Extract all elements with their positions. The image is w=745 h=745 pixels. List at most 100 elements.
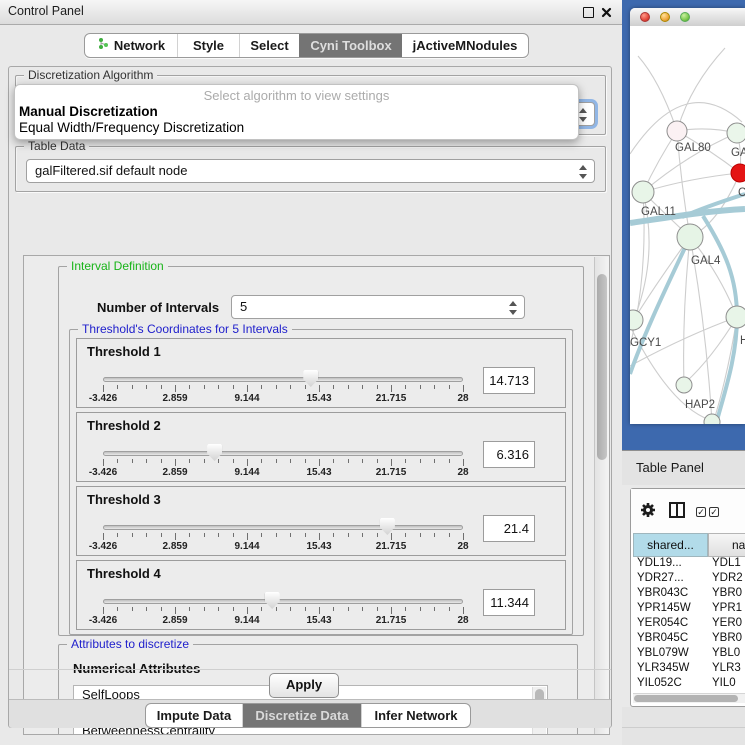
dropdown-option-equal-width-frequency[interactable]: Equal Width/Frequency Discretization bbox=[19, 120, 244, 135]
scrollbar-thumb[interactable] bbox=[634, 695, 738, 702]
network-node[interactable] bbox=[726, 306, 745, 328]
tab-discretize-data[interactable]: Discretize Data bbox=[242, 704, 361, 727]
apply-button[interactable]: Apply bbox=[269, 673, 339, 698]
network-canvas[interactable]: GAL80GACGAL11GAL4GCY1HHAP2 bbox=[630, 26, 745, 424]
tab-label: Network bbox=[114, 34, 165, 57]
network-node[interactable] bbox=[677, 224, 703, 250]
table-row[interactable]: YPR145WYPR1 bbox=[633, 602, 745, 617]
slider-ticks bbox=[103, 533, 463, 541]
table-row[interactable]: YER054CYER0 bbox=[633, 617, 745, 632]
node-label: C bbox=[738, 187, 745, 199]
zoom-traffic-light[interactable] bbox=[680, 12, 690, 22]
column-header-shared[interactable]: shared... bbox=[633, 533, 708, 557]
gear-icon[interactable] bbox=[639, 501, 657, 524]
slider-track[interactable] bbox=[103, 377, 463, 382]
cyni-toolbox-panel: Discretization Algorithm Table Data galF… bbox=[8, 66, 612, 728]
tab-jactivemnodules[interactable]: jActiveMNodules bbox=[402, 34, 528, 57]
column-header-name[interactable]: na bbox=[708, 533, 745, 557]
panel-scrollbar[interactable] bbox=[594, 257, 610, 734]
stepper-icon bbox=[507, 300, 519, 316]
slider-track[interactable] bbox=[103, 525, 463, 530]
table-panel-title: Table Panel bbox=[636, 460, 704, 475]
number-of-intervals-combobox[interactable]: 5 bbox=[231, 295, 525, 319]
network-node[interactable] bbox=[667, 121, 687, 141]
network-node[interactable] bbox=[630, 310, 643, 330]
network-node[interactable] bbox=[731, 164, 745, 182]
tab-infer-network[interactable]: Infer Network bbox=[361, 704, 470, 727]
stepper-icon bbox=[577, 164, 589, 180]
threshold-label: Threshold 1 bbox=[87, 344, 161, 359]
tab-label: jActiveMNodules bbox=[413, 34, 518, 57]
tab-impute-data[interactable]: Impute Data bbox=[146, 704, 242, 727]
float-window-icon[interactable] bbox=[583, 7, 594, 18]
group-title: Interval Definition bbox=[67, 259, 168, 273]
thresholds-group: Threshold's Coordinates for 5 Intervals … bbox=[69, 329, 573, 635]
close-traffic-light[interactable] bbox=[640, 12, 650, 22]
close-icon[interactable] bbox=[601, 7, 612, 18]
table-row[interactable]: YBL079WYBL0 bbox=[633, 647, 745, 662]
table-toolbar: ✓ ✓ bbox=[631, 489, 745, 533]
table-row[interactable]: YIL052CYIL0 bbox=[633, 677, 745, 692]
table-row[interactable]: YDL19...YDL1 bbox=[633, 557, 745, 572]
tab-style[interactable]: Style bbox=[177, 34, 239, 57]
network-window-titlebar bbox=[630, 8, 745, 27]
node-label: GAL80 bbox=[675, 142, 711, 154]
algorithm-dropdown-popup: Select algorithm to view settings Manual… bbox=[14, 84, 579, 140]
interval-definition-group: Interval Definition Number of Intervals … bbox=[58, 266, 584, 636]
minimize-traffic-light[interactable] bbox=[660, 12, 670, 22]
dropdown-hint: Select algorithm to view settings bbox=[15, 88, 578, 103]
slider-track[interactable] bbox=[103, 451, 463, 456]
tab-network[interactable]: Network bbox=[85, 34, 177, 57]
network-node[interactable] bbox=[676, 377, 692, 393]
tab-label: Cyni Toolbox bbox=[310, 34, 391, 57]
threshold-value-field[interactable]: 14.713 bbox=[483, 367, 535, 394]
threshold-value-field[interactable]: 11.344 bbox=[483, 589, 535, 616]
horizontal-scrollbar[interactable] bbox=[633, 693, 745, 703]
tab-select[interactable]: Select bbox=[239, 34, 299, 57]
slider-tick-labels: -3.4262.8599.14415.4321.71528 bbox=[103, 615, 463, 627]
group-title: Table Data bbox=[24, 139, 89, 153]
apply-row: Apply bbox=[9, 669, 611, 700]
table-row[interactable]: YDR27...YDR2 bbox=[633, 572, 745, 587]
network-icon bbox=[97, 34, 109, 57]
node-label: GAL4 bbox=[691, 255, 721, 267]
checkbox-icon[interactable]: ✓ bbox=[709, 507, 719, 517]
dropdown-option-manual-discretization[interactable]: Manual Discretization bbox=[19, 104, 158, 119]
bottom-tabbar: Impute Data Discretize Data Infer Networ… bbox=[145, 703, 471, 728]
combobox-value: galFiltered.sif default node bbox=[35, 163, 187, 178]
control-panel-titlebar: Control Panel bbox=[0, 0, 622, 25]
node-label: GAL11 bbox=[641, 206, 676, 218]
bottom-tab-band: Impute Data Discretize Data Infer Networ… bbox=[9, 699, 611, 728]
node-label: GA bbox=[731, 147, 745, 159]
number-of-intervals-label: Number of Intervals bbox=[97, 300, 219, 315]
slider-ticks bbox=[103, 385, 463, 393]
threshold-value-field[interactable]: 21.4 bbox=[483, 515, 535, 542]
threshold-label: Threshold 4 bbox=[87, 566, 161, 581]
threshold-value-field[interactable]: 6.316 bbox=[483, 441, 535, 468]
slider-tick-labels: -3.4262.8599.14415.4321.71528 bbox=[103, 541, 463, 553]
table-panel-header: Table Panel bbox=[622, 450, 745, 485]
network-node[interactable] bbox=[632, 181, 654, 203]
combobox-value: 5 bbox=[240, 299, 247, 314]
table-row[interactable]: YLR345WYLR3 bbox=[633, 662, 745, 677]
group-title: Threshold's Coordinates for 5 Intervals bbox=[78, 322, 292, 336]
threshold-label: Threshold 2 bbox=[87, 418, 161, 433]
panel-title: Control Panel bbox=[8, 4, 84, 18]
threshold-label: Threshold 3 bbox=[87, 492, 161, 507]
table-row[interactable]: YBR045CYBR0 bbox=[633, 632, 745, 647]
group-title: Discretization Algorithm bbox=[24, 68, 157, 82]
checkbox-icon[interactable]: ✓ bbox=[696, 507, 706, 517]
node-label: GCY1 bbox=[630, 337, 661, 349]
slider-ticks bbox=[103, 459, 463, 467]
control-panel: Control Panel Network Style Select Cyni … bbox=[0, 0, 622, 745]
split-columns-icon[interactable] bbox=[668, 501, 686, 524]
table-row[interactable]: YBR043CYBR0 bbox=[633, 587, 745, 602]
table-data-combobox[interactable]: galFiltered.sif default node bbox=[26, 159, 595, 183]
settings-scroll-panel: Interval Definition Number of Intervals … bbox=[23, 255, 610, 735]
slider-tick-labels: -3.4262.8599.14415.4321.71528 bbox=[103, 467, 463, 479]
table-data-group: Table Data galFiltered.sif default node bbox=[15, 146, 606, 192]
slider-track[interactable] bbox=[103, 599, 463, 604]
tab-cyni-toolbox[interactable]: Cyni Toolbox bbox=[299, 34, 402, 57]
network-node[interactable] bbox=[727, 123, 745, 143]
scrollbar-thumb[interactable] bbox=[597, 274, 607, 460]
